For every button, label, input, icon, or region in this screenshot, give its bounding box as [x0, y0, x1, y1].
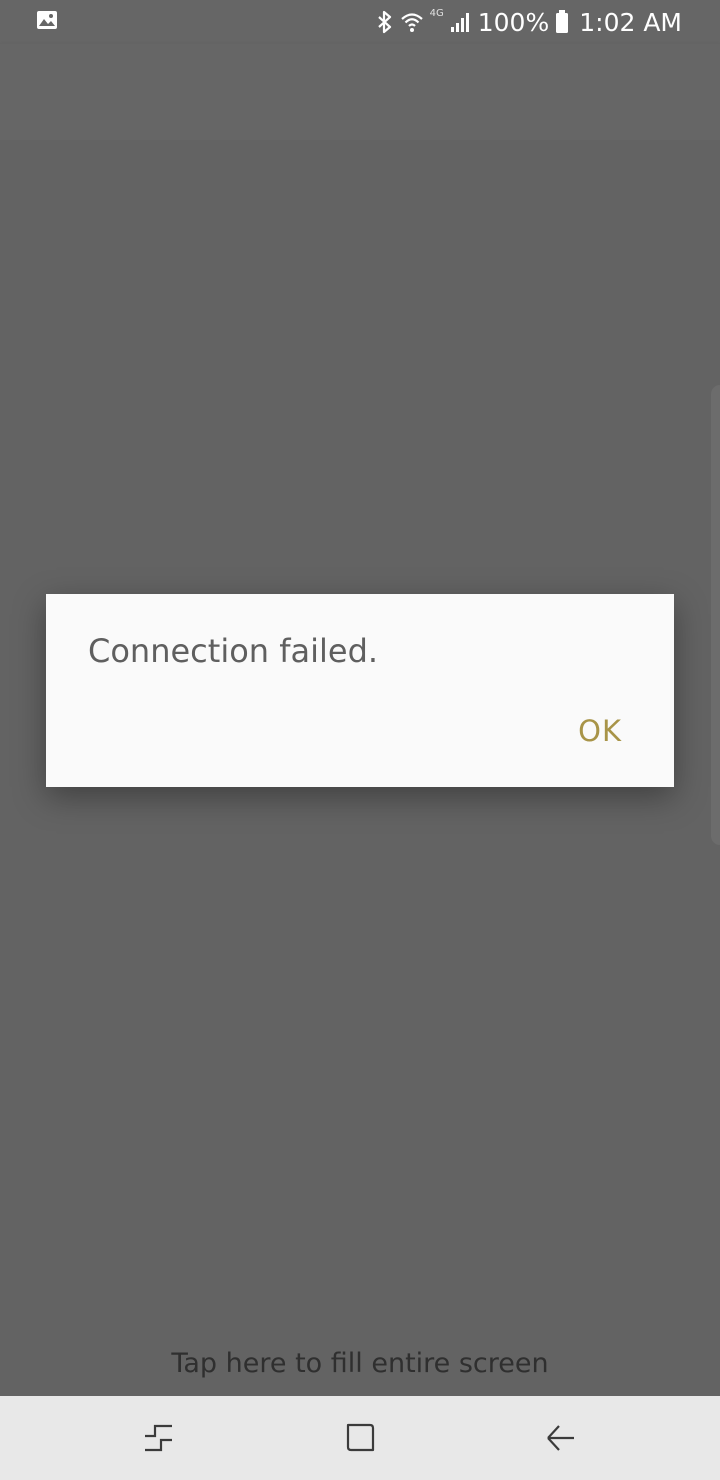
signal-icon	[450, 13, 469, 32]
fill-screen-hint[interactable]: Tap here to fill entire screen	[0, 1348, 720, 1379]
recents-icon	[145, 1424, 172, 1452]
screen: 4G 100% 1:02 AM Connection failed. OK Ta…	[0, 0, 720, 1480]
clock: 1:02 AM	[579, 7, 682, 37]
image-icon	[37, 11, 57, 29]
home-button[interactable]	[338, 1416, 382, 1460]
back-button[interactable]	[538, 1416, 582, 1460]
wifi-icon	[400, 13, 423, 32]
app-bar	[0, 44, 720, 140]
connection-failed-dialog: Connection failed. OK	[46, 594, 674, 787]
status-bar: 4G 100% 1:02 AM	[0, 0, 720, 44]
status-icons: 4G 100% 1:02 AM	[376, 6, 682, 38]
recents-button[interactable]	[136, 1416, 180, 1460]
network-type-label: 4G	[429, 8, 444, 19]
back-icon	[547, 1425, 574, 1451]
edge-panel-handle[interactable]	[711, 385, 720, 845]
ok-button[interactable]: OK	[578, 714, 622, 748]
home-icon	[346, 1423, 375, 1452]
battery-icon	[556, 10, 569, 33]
notification-area	[36, 10, 58, 34]
bluetooth-icon	[377, 10, 391, 34]
dialog-message: Connection failed.	[88, 632, 379, 670]
navigation-bar	[0, 1396, 720, 1480]
battery-percent: 100%	[477, 7, 550, 37]
